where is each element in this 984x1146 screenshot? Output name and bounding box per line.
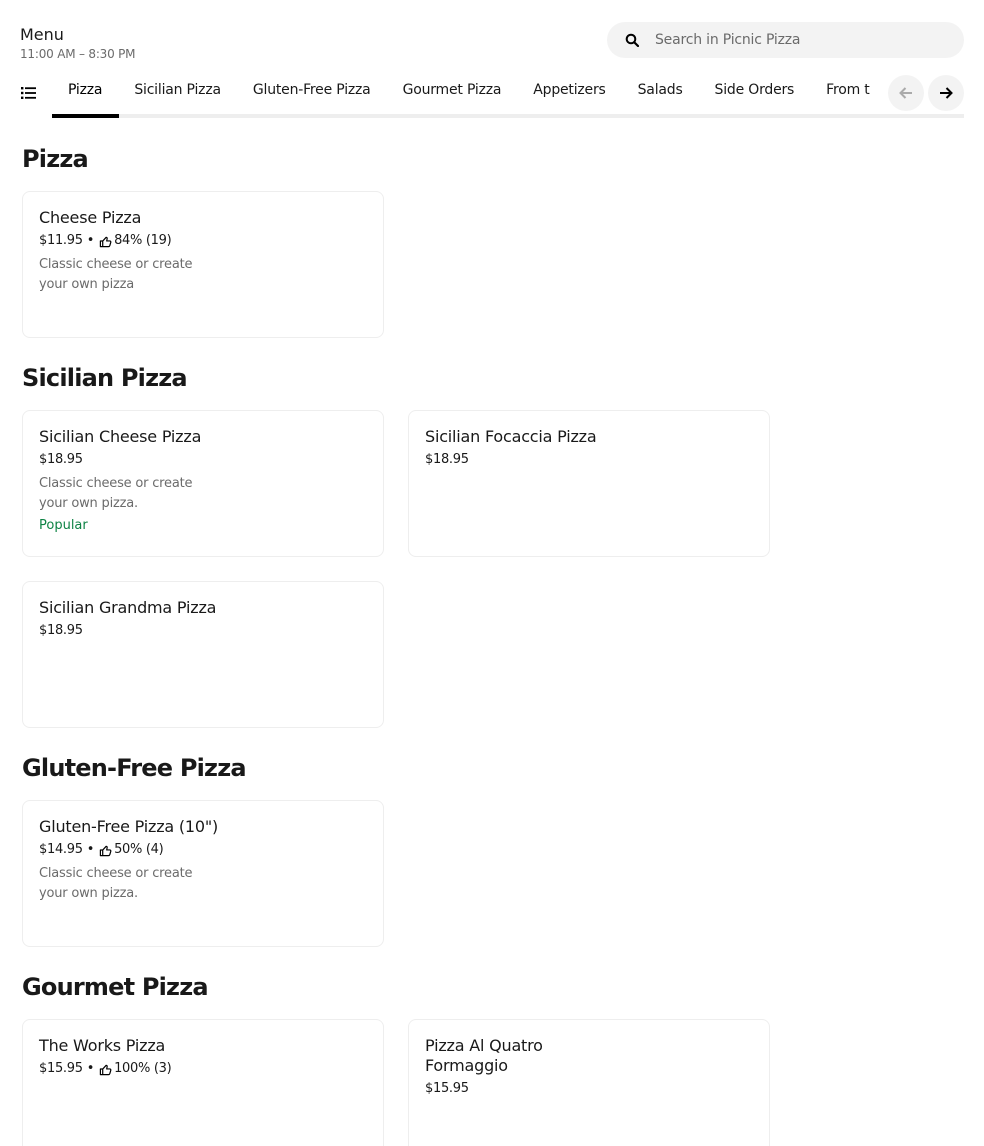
item-name: The Works Pizza [39,1036,166,1055]
section-sicilian-pizza: Sicilian Pizza [22,363,188,393]
tab-appetizers[interactable]: Appetizers [517,70,621,110]
item-name: Sicilian Cheese Pizza [39,427,202,446]
item-meta: $18.95 [39,451,367,469]
search-icon [625,33,639,47]
tab-salads[interactable]: Salads [622,70,699,110]
search-bar[interactable] [607,22,964,58]
item-meta: $11.95 • 84% (19) [39,232,367,250]
scroll-right-button[interactable] [928,75,964,111]
item-meta: $14.95 • 50% (4) [39,841,367,859]
category-tabs: Pizza Sicilian Pizza Gluten-Free Pizza Gour… [52,70,882,114]
meta-separator: • [86,1061,95,1076]
tab-sicilian-pizza[interactable]: Sicilian Pizza [118,70,237,110]
item-price: $18.95 [425,452,469,467]
menu-header: Menu 11:00 AM – 8:30 PM [20,24,136,61]
item-meta: $15.95 [425,1080,753,1098]
item-name: Sicilian Focaccia Pizza [425,427,597,446]
thumbs-up-icon [99,236,112,247]
scroll-left-button[interactable] [888,75,924,111]
tab-track [52,114,964,118]
page-title: Menu [20,25,64,44]
section-gourmet-pizza: Gourmet Pizza [22,972,209,1002]
item-price: $14.95 [39,842,83,857]
menu-item-card[interactable]: The Works Pizza $15.95 • 100% (3) [22,1019,384,1146]
thumbs-up-icon [99,845,112,856]
arrow-right-icon [940,87,953,99]
item-price: $18.95 [39,623,83,638]
item-rating: 84% (19) [114,233,172,248]
item-price: $11.95 [39,233,83,248]
arrow-left-icon [899,87,912,99]
store-hours: 11:00 AM – 8:30 PM [20,47,136,61]
item-meta: $18.95 [425,451,753,469]
tab-from-the[interactable]: From t [810,70,882,110]
category-tabs-bar: Pizza Sicilian Pizza Gluten-Free Pizza Gour… [0,70,984,120]
meta-separator: • [86,233,95,248]
item-description: Classic cheese or create your own pizza. [39,476,193,511]
item-price: $18.95 [39,452,83,467]
tab-pizza[interactable]: Pizza [52,70,118,110]
meta-separator: • [86,842,95,857]
section-pizza: Pizza [22,144,89,174]
menu-item-card[interactable]: Sicilian Cheese Pizza $18.95 Classic che… [22,410,384,557]
item-price: $15.95 [39,1061,83,1076]
section-title: Sicilian Pizza [22,364,188,392]
tab-gourmet-pizza[interactable]: Gourmet Pizza [387,70,518,110]
menu-item-card[interactable]: Sicilian Grandma Pizza $18.95 [22,581,384,728]
item-name: Cheese Pizza [39,208,142,227]
item-description: Classic cheese or create your own pizza. [39,866,193,901]
section-title: Pizza [22,145,89,173]
popular-badge: Popular [39,518,88,533]
menu-item-card[interactable]: Gluten-Free Pizza (10") $14.95 • 50% (4)… [22,800,384,947]
item-price: $15.95 [425,1081,469,1096]
item-meta: $15.95 • 100% (3) [39,1060,367,1078]
item-meta: $18.95 [39,622,367,640]
menu-item-card[interactable]: Cheese Pizza $11.95 • 84% (19) Classic c… [22,191,384,338]
menu-item-card[interactable]: Sicilian Focaccia Pizza $18.95 [408,410,770,557]
tab-gluten-free-pizza[interactable]: Gluten-Free Pizza [237,70,387,110]
item-rating: 50% (4) [114,842,164,857]
item-name: Pizza Al Quatro Formaggio [425,1036,543,1075]
section-title: Gourmet Pizza [22,973,209,1001]
tab-side-orders[interactable]: Side Orders [699,70,811,110]
item-name: Gluten-Free Pizza (10") [39,817,219,836]
list-icon[interactable] [20,85,38,101]
item-description: Classic cheese or create your own pizza [39,257,193,292]
section-gluten-free-pizza: Gluten-Free Pizza [22,753,247,783]
menu-item-card[interactable]: Pizza Al Quatro Formaggio $15.95 [408,1019,770,1146]
active-tab-indicator [52,114,119,118]
item-rating: 100% (3) [114,1061,172,1076]
section-title: Gluten-Free Pizza [22,754,247,782]
item-name: Sicilian Grandma Pizza [39,598,217,617]
search-input[interactable] [655,32,935,48]
thumbs-up-icon [99,1064,112,1075]
